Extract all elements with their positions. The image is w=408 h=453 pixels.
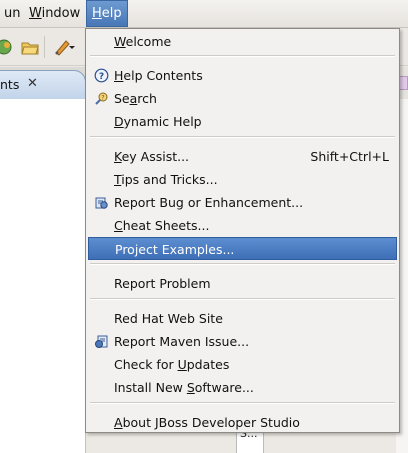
menu-separator: [90, 402, 395, 404]
menu-item-label: Red Hat Web Site: [114, 311, 223, 326]
menu-separator: [90, 136, 395, 138]
menu-item-red-hat-site[interactable]: Red Hat Web Site: [88, 307, 397, 330]
menu-item-label: Report Bug or Enhancement...: [114, 195, 304, 210]
menu-item-label: Key Assist...: [114, 149, 190, 164]
menu-item-label: Report Maven Issue...: [114, 334, 250, 349]
menu-item-label: About JBoss Developer Studio: [114, 415, 300, 430]
editor-tab[interactable]: nts ✕: [0, 70, 86, 99]
menu-item-label: Report Problem: [114, 276, 211, 291]
menu-help-rest: elp: [101, 6, 122, 21]
menu-item-key-assist[interactable]: Key Assist... Shift+Ctrl+L: [88, 145, 397, 168]
menu-item-tips-tricks[interactable]: Tips and Tricks...: [88, 168, 397, 191]
bug-report-icon: [95, 197, 108, 209]
menu-item-label: Tips and Tricks...: [114, 172, 218, 187]
menu-item-cheat-sheets[interactable]: Cheat Sheets...: [88, 214, 397, 237]
menu-window[interactable]: Window: [24, 0, 85, 28]
menu-item-search[interactable]: ? Search: [88, 87, 397, 110]
menu-item-report-maven[interactable]: Report Maven Issue...: [88, 330, 397, 353]
question-circle-icon: ?: [94, 68, 109, 83]
menu-item-label: Cheat Sheets...: [114, 218, 210, 233]
editor-area: [0, 99, 86, 453]
menu-help-mnemonic: H: [92, 6, 102, 21]
svg-text:?: ?: [101, 95, 104, 102]
search-help-icon: ?: [95, 92, 108, 105]
menu-item-check-updates[interactable]: Check for Updates: [88, 353, 397, 376]
menu-item-label: Help Contents: [114, 68, 203, 83]
menu-item-dynamic-help[interactable]: Dynamic Help: [88, 110, 397, 133]
svg-text:?: ?: [99, 72, 104, 82]
menu-item-welcome[interactable]: Welcome: [88, 30, 397, 53]
menu-item-label: Install New Software...: [114, 380, 254, 395]
menu-run[interactable]: un: [0, 0, 25, 28]
chevron-down-icon[interactable]: [68, 37, 76, 57]
menu-item-accelerator: Shift+Ctrl+L: [310, 149, 389, 164]
close-icon[interactable]: ✕: [27, 76, 38, 91]
menu-help[interactable]: Help: [86, 0, 128, 27]
help-dropdown-menu: Welcome ? Help Contents ? Search Dynamic…: [85, 28, 400, 433]
menu-separator: [90, 55, 395, 57]
menu-separator: [90, 263, 395, 265]
menu-item-help-contents[interactable]: ? Help Contents: [88, 64, 397, 87]
menu-item-report-problem[interactable]: Report Problem: [88, 272, 397, 295]
menu-bar: un Window Help: [0, 0, 408, 28]
open-folder-icon[interactable]: [20, 37, 40, 57]
menu-item-label: Project Examples...: [115, 242, 235, 257]
menu-window-rest: indow: [41, 6, 81, 21]
menu-separator: [90, 298, 395, 300]
menu-item-label: Dynamic Help: [114, 114, 202, 129]
menu-item-project-examples[interactable]: Project Examples...: [88, 237, 397, 260]
menu-item-label: Check for Updates: [114, 357, 230, 372]
editor-tab-label: nts: [0, 77, 20, 92]
menu-item-label: Welcome: [114, 34, 172, 49]
run-config-icon[interactable]: [0, 37, 14, 57]
menu-item-about[interactable]: About JBoss Developer Studio: [88, 411, 397, 434]
maven-report-icon: [95, 335, 108, 348]
toolbar-separator: [44, 36, 45, 58]
menu-item-report-bug[interactable]: Report Bug or Enhancement...: [88, 191, 397, 214]
menu-item-install-software[interactable]: Install New Software...: [88, 376, 397, 399]
menu-item-label: Search: [114, 91, 157, 106]
menu-window-mnemonic: W: [29, 6, 42, 21]
